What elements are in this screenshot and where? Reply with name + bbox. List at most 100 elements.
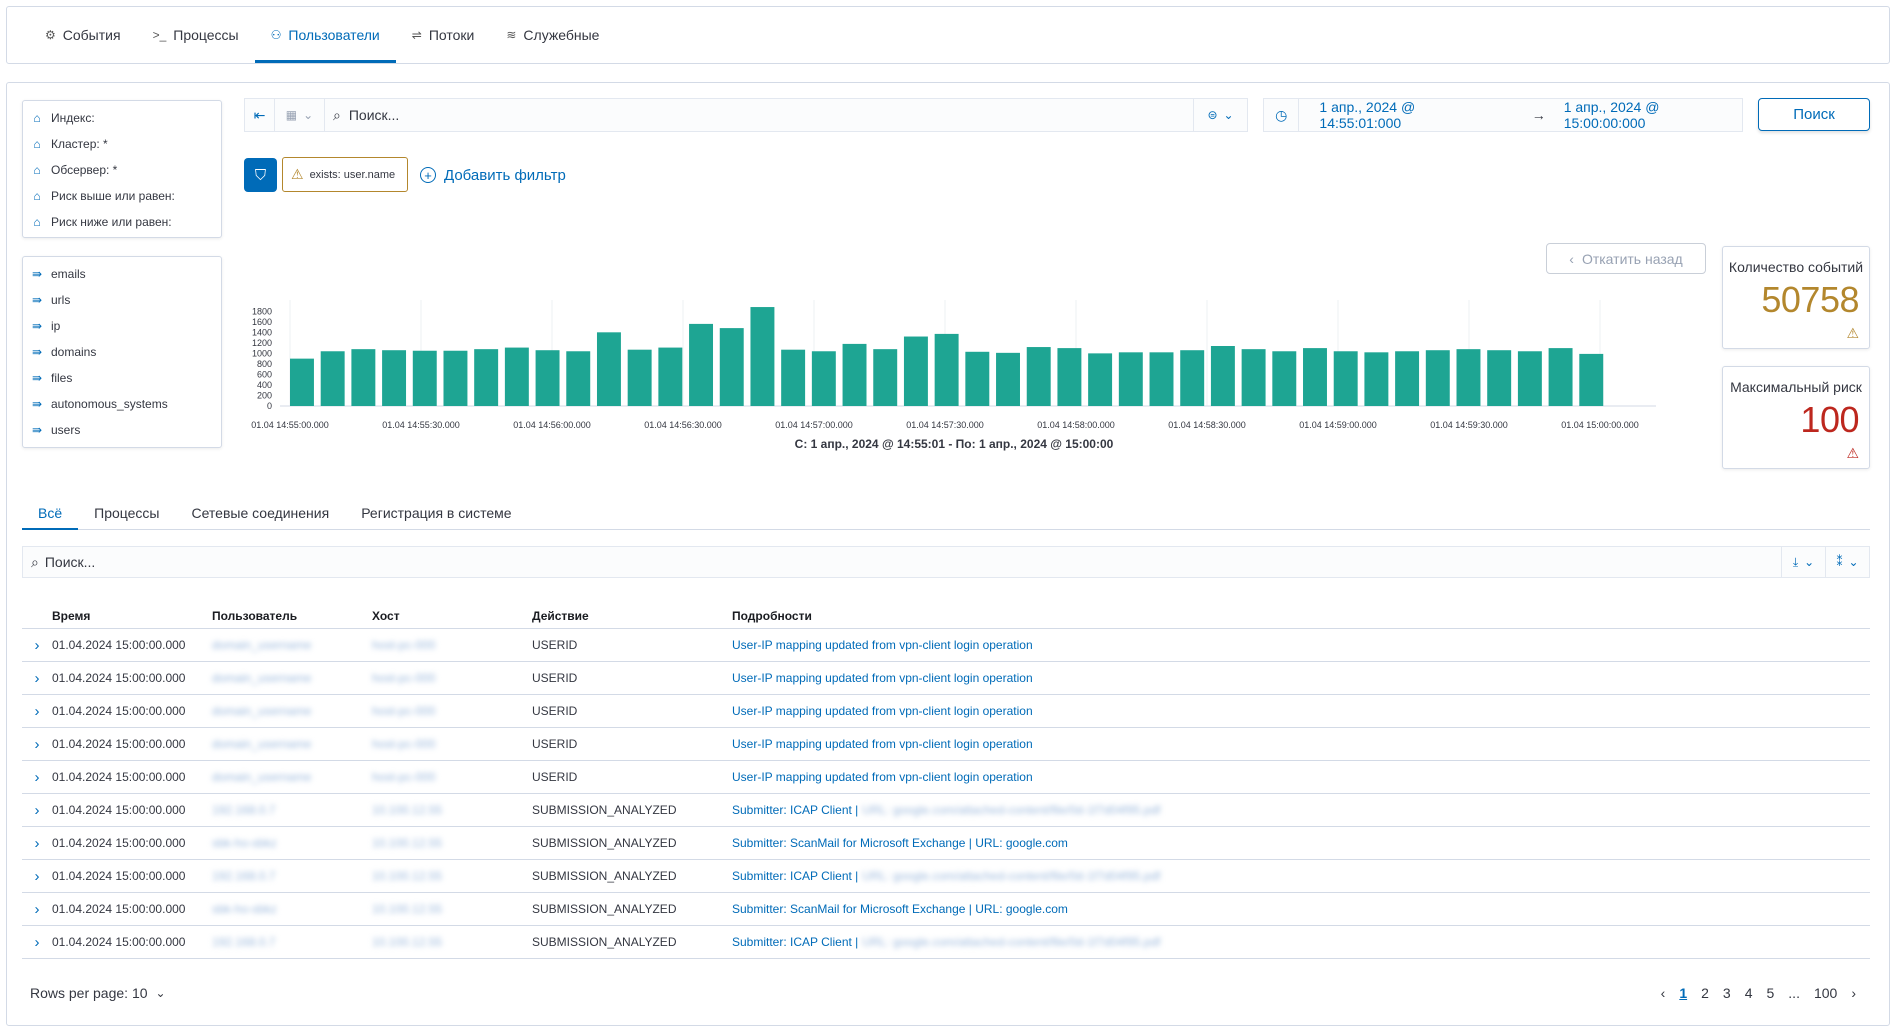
search-button[interactable]: Поиск <box>1758 98 1870 131</box>
table-row[interactable]: › 01.04.2024 15:00:00.000 sbk-ho-sbkz 10.10… <box>22 893 1870 926</box>
histogram-bar[interactable] <box>1333 351 1358 406</box>
result-tab-1[interactable]: Процессы <box>78 496 175 529</box>
histogram-bar[interactable] <box>474 349 499 406</box>
histogram-bar[interactable] <box>1088 353 1113 406</box>
histogram-bar[interactable] <box>1517 351 1542 406</box>
table-row[interactable]: › 01.04.2024 15:00:00.000 192.168.0.7 10.10… <box>22 794 1870 827</box>
filter-pill[interactable]: ⚠ exists: user.name <box>282 157 408 192</box>
table-row[interactable]: › 01.04.2024 15:00:00.000 domain_username h… <box>22 728 1870 761</box>
tab-0[interactable]: ⚙ События <box>29 7 137 63</box>
histogram-bar[interactable] <box>689 323 714 406</box>
expand-row-icon[interactable]: › <box>22 934 52 951</box>
histogram-bar[interactable] <box>1057 348 1082 406</box>
sidebar-filter-item[interactable]: ⌂ Риск выше или равен: <box>23 183 221 209</box>
add-filter-button[interactable]: + Добавить фильтр <box>420 160 566 190</box>
next-page-icon[interactable]: › <box>1851 985 1856 1001</box>
tab-4[interactable]: ≋ Служебные <box>490 7 615 63</box>
table-row[interactable]: › 01.04.2024 15:00:00.000 sbk-ho-sbkz 10.10… <box>22 827 1870 860</box>
histogram-bar[interactable] <box>1395 351 1420 406</box>
histogram-bar[interactable] <box>443 350 468 406</box>
query-input[interactable] <box>340 107 1193 123</box>
details-link[interactable]: User-IP mapping updated from vpn-client … <box>732 671 1033 685</box>
sidebar-field-item[interactable]: ⇛ emails <box>23 261 221 287</box>
expand-row-icon[interactable]: › <box>22 703 52 720</box>
details-link[interactable]: Submitter: ICAP Client | <box>732 935 858 949</box>
page-link[interactable]: 3 <box>1723 985 1731 1001</box>
sidebar-field-item[interactable]: ⇛ ip <box>23 313 221 339</box>
saved-query-menu[interactable]: ⊜ ⌄ <box>1193 99 1247 131</box>
histogram-bar[interactable] <box>873 349 898 406</box>
histogram-bar[interactable] <box>1180 350 1205 406</box>
sidebar-field-item[interactable]: ⇛ urls <box>23 287 221 313</box>
table-row[interactable]: › 01.04.2024 15:00:00.000 192.168.0.7 10.10… <box>22 860 1870 893</box>
histogram-bar[interactable] <box>351 349 376 406</box>
details-link[interactable]: User-IP mapping updated from vpn-client … <box>732 737 1033 751</box>
filter-menu-button[interactable]: ⛉ <box>244 158 277 192</box>
table-search-input[interactable] <box>38 554 1781 570</box>
column-header-time[interactable]: Время <box>52 609 212 623</box>
tab-1[interactable]: >_ Процессы <box>137 7 255 63</box>
histogram-bar[interactable] <box>504 347 529 406</box>
date-to[interactable]: 1 апр., 2024 @ 15:00:00:000 <box>1564 99 1742 131</box>
table-row[interactable]: › 01.04.2024 15:00:00.000 domain_username h… <box>22 695 1870 728</box>
histogram-bar[interactable] <box>965 351 990 406</box>
tab-3[interactable]: ⇌ Потоки <box>396 7 491 63</box>
histogram-bar[interactable] <box>1241 349 1266 406</box>
expand-row-icon[interactable]: › <box>22 670 52 687</box>
expand-row-icon[interactable]: › <box>22 868 52 885</box>
histogram-bar[interactable] <box>382 350 407 406</box>
histogram-bar[interactable] <box>903 336 928 406</box>
details-link[interactable]: Submitter: ScanMail for Microsoft Exchan… <box>732 902 1068 916</box>
histogram-bar[interactable] <box>1364 352 1389 406</box>
details-link[interactable]: User-IP mapping updated from vpn-client … <box>732 638 1033 652</box>
page-link[interactable]: 1 <box>1679 985 1687 1001</box>
histogram-bar[interactable] <box>996 352 1020 406</box>
page-link[interactable]: 100 <box>1814 985 1837 1001</box>
expand-row-icon[interactable]: › <box>22 835 52 852</box>
histogram-bar[interactable] <box>320 351 345 406</box>
index-pattern-selector[interactable]: ▦ ⌄ <box>275 99 325 131</box>
details-link[interactable]: User-IP mapping updated from vpn-client … <box>732 770 1033 784</box>
details-link[interactable]: Submitter: ICAP Client | <box>732 869 858 883</box>
histogram-bar[interactable] <box>1303 348 1327 406</box>
sidebar-filter-item[interactable]: ⌂ Риск ниже или равен: <box>23 209 221 235</box>
rows-per-page-select[interactable]: Rows per page: 10 ⌄ <box>22 985 166 1001</box>
expand-row-icon[interactable]: › <box>22 769 52 786</box>
rollback-button[interactable]: ‹ Откатить назад <box>1546 243 1706 274</box>
page-link[interactable]: 2 <box>1701 985 1709 1001</box>
histogram-bar[interactable] <box>596 332 621 406</box>
expand-row-icon[interactable]: › <box>22 802 52 819</box>
histogram-bar[interactable] <box>535 350 560 406</box>
histogram-bar[interactable] <box>1456 349 1481 406</box>
histogram-bar[interactable] <box>1210 346 1235 406</box>
histogram-bar[interactable] <box>781 349 806 406</box>
expand-row-icon[interactable]: › <box>22 901 52 918</box>
histogram-bar[interactable] <box>1425 350 1450 406</box>
sidebar-filter-item[interactable]: ⌂ Обсервер: * <box>23 157 221 183</box>
tab-2[interactable]: ⚇ Пользователи <box>254 7 396 63</box>
histogram-bar[interactable] <box>1487 350 1512 406</box>
download-menu[interactable]: ⤓ ⌄ <box>1781 547 1825 577</box>
histogram-bar[interactable] <box>1026 347 1051 406</box>
details-link[interactable]: Submitter: ICAP Client | <box>732 803 858 817</box>
result-tab-0[interactable]: Всё <box>22 496 79 530</box>
prev-page-icon[interactable]: ‹ <box>1661 985 1666 1001</box>
table-row[interactable]: › 01.04.2024 15:00:00.000 domain_username h… <box>22 662 1870 695</box>
sidebar-field-item[interactable]: ⇛ users <box>23 417 221 443</box>
histogram-bar[interactable] <box>1579 353 1604 406</box>
expand-row-icon[interactable]: › <box>22 736 52 753</box>
table-row[interactable]: › 01.04.2024 15:00:00.000 domain_username h… <box>22 629 1870 662</box>
page-link[interactable]: 4 <box>1745 985 1753 1001</box>
sidebar-field-item[interactable]: ⇛ domains <box>23 339 221 365</box>
collapse-icon[interactable]: ⇤ <box>245 99 275 131</box>
sidebar-field-item[interactable]: ⇛ files <box>23 365 221 391</box>
histogram-bar[interactable] <box>1548 348 1573 406</box>
columns-menu[interactable]: ⁑ ⌄ <box>1825 547 1869 577</box>
histogram-bar[interactable] <box>627 349 652 406</box>
histogram-bar[interactable] <box>719 328 744 406</box>
sidebar-field-item[interactable]: ⇛ autonomous_systems <box>23 391 221 417</box>
column-header-host[interactable]: Хост <box>372 609 532 623</box>
clock-icon[interactable]: ◷ <box>1264 99 1300 131</box>
histogram-bar[interactable] <box>811 351 836 406</box>
result-tab-3[interactable]: Регистрация в системе <box>345 496 527 529</box>
